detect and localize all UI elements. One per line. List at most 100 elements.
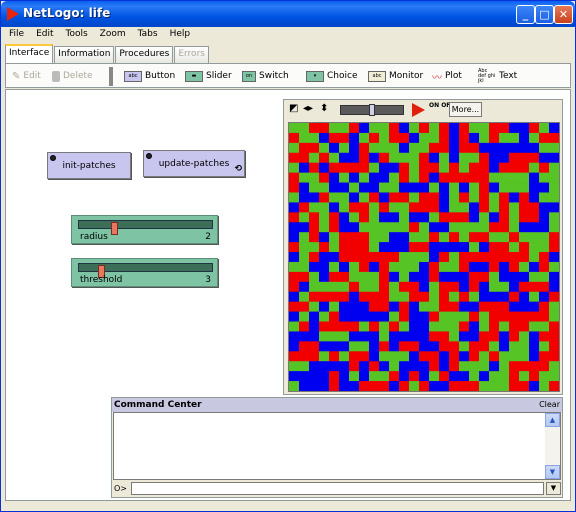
output-scrollbar[interactable]: ▲ ▼ — [545, 413, 560, 479]
patch-cell — [459, 212, 470, 223]
menu-file[interactable]: File — [3, 27, 30, 43]
command-input[interactable] — [131, 482, 544, 495]
radius-label: radius — [80, 232, 108, 242]
add-monitor-tool[interactable]: abc Monitor — [368, 69, 423, 83]
patch-cell — [459, 321, 470, 332]
patch-cell — [359, 242, 370, 253]
agent-prompt[interactable]: O> — [114, 484, 127, 493]
patch-cell — [309, 321, 320, 332]
patch-cell — [539, 212, 550, 223]
patch-cell — [549, 172, 559, 183]
patch-cell — [339, 242, 350, 253]
view-more-button[interactable]: More... — [449, 102, 482, 117]
patch-cell — [329, 321, 340, 332]
patch-cell — [529, 123, 540, 134]
tab-procedures[interactable]: Procedures — [115, 46, 174, 63]
menu-tools[interactable]: Tools — [60, 27, 94, 43]
patch-cell — [459, 311, 470, 322]
slider-track[interactable] — [78, 220, 213, 235]
patch-cell — [439, 123, 450, 134]
patch-cell — [339, 371, 350, 382]
patch-cell — [449, 252, 460, 263]
monitor-widget-icon: abc — [368, 70, 386, 82]
slider-knob[interactable] — [111, 222, 118, 235]
patch-cell — [399, 261, 410, 273]
patch-cell — [299, 341, 310, 352]
menu-help[interactable]: Help — [164, 27, 197, 43]
patch-cell — [349, 192, 360, 203]
patch-cell — [369, 381, 380, 391]
tab-information[interactable]: Information — [54, 46, 115, 63]
patch-cell — [499, 351, 510, 362]
menu-edit[interactable]: Edit — [30, 27, 59, 43]
patch-cell — [389, 222, 400, 233]
patch-cell — [539, 123, 550, 134]
patch-cell — [469, 261, 480, 273]
patch-cell — [509, 162, 520, 173]
patch-cell — [339, 361, 350, 372]
patch-cell — [529, 291, 540, 302]
close-button[interactable]: ✕ — [554, 5, 573, 24]
add-choice-tool[interactable]: ▾ Choice — [306, 69, 357, 83]
patch-cell — [419, 301, 430, 312]
patch-cell — [479, 271, 490, 283]
add-button-tool[interactable]: abc Button — [124, 69, 175, 83]
menu-tabs[interactable]: Tabs — [132, 27, 164, 43]
patch-cell — [459, 281, 470, 293]
patch-cell — [519, 152, 530, 164]
patch-cell — [519, 162, 530, 173]
threshold-slider[interactable]: threshold 3 — [71, 258, 218, 287]
add-switch-tool[interactable]: on Switch — [242, 69, 289, 83]
vertical-resize-icon[interactable]: ⬍ — [320, 103, 328, 114]
add-plot-tool[interactable]: 〰 Plot — [432, 69, 462, 84]
speed-slider-knob[interactable] — [369, 104, 375, 116]
patch-cell — [549, 142, 559, 154]
add-text-tool[interactable]: Abc def ghi jkl Text — [478, 68, 517, 83]
patch-cell — [349, 351, 360, 362]
init-patches-button[interactable]: init-patches — [47, 152, 131, 179]
resize-world-icon[interactable]: ◩ — [289, 103, 298, 114]
scroll-down-icon[interactable]: ▼ — [545, 465, 560, 479]
patch-cell — [319, 242, 330, 253]
maximize-button[interactable]: □ — [535, 5, 554, 24]
patch-cell — [379, 331, 390, 342]
patch-cell — [469, 371, 480, 382]
scroll-up-icon[interactable]: ▲ — [545, 413, 560, 427]
button-tool-label: Button — [145, 71, 176, 81]
add-slider-tool[interactable]: ▬ Slider — [185, 69, 232, 83]
patch-cell — [329, 172, 340, 183]
history-dropdown-icon[interactable]: ▼ — [546, 482, 561, 495]
command-input-row: O> ▼ — [113, 482, 561, 496]
patch-cell — [369, 301, 380, 312]
radius-slider[interactable]: radius 2 — [71, 215, 218, 244]
patch-cell — [469, 381, 480, 391]
speed-slider[interactable] — [340, 104, 404, 116]
patch-cell — [379, 192, 390, 203]
menu-zoom[interactable]: Zoom — [94, 27, 132, 43]
patch-cell — [349, 242, 360, 253]
patch-cell — [459, 371, 470, 382]
patch-cell — [439, 301, 450, 312]
command-output[interactable]: ▲ ▼ — [113, 412, 561, 480]
tab-interface[interactable]: Interface — [5, 44, 54, 63]
patch-cell — [499, 182, 510, 193]
patch-cell — [499, 232, 510, 243]
patch-cell — [479, 371, 490, 382]
clear-button[interactable]: Clear — [539, 400, 560, 409]
patch-cell — [329, 212, 340, 223]
patch-cell — [329, 252, 340, 263]
horizontal-resize-icon[interactable]: ◂▸ — [303, 103, 313, 114]
patch-cell — [349, 182, 360, 193]
patch-cell — [399, 222, 410, 233]
patch-grid[interactable] — [288, 122, 560, 392]
minimize-button[interactable]: _ — [516, 5, 535, 24]
slider-track[interactable] — [78, 263, 213, 278]
patch-cell — [379, 381, 390, 391]
patch-cell — [459, 341, 470, 352]
update-patches-button[interactable]: update-patches ⟲ — [143, 150, 245, 177]
title-bar[interactable]: NetLogo: life _ □ ✕ — [1, 1, 575, 27]
patch-cell — [319, 371, 330, 382]
patch-cell — [429, 142, 440, 154]
patch-cell — [329, 222, 340, 233]
patch-cell — [359, 341, 370, 352]
